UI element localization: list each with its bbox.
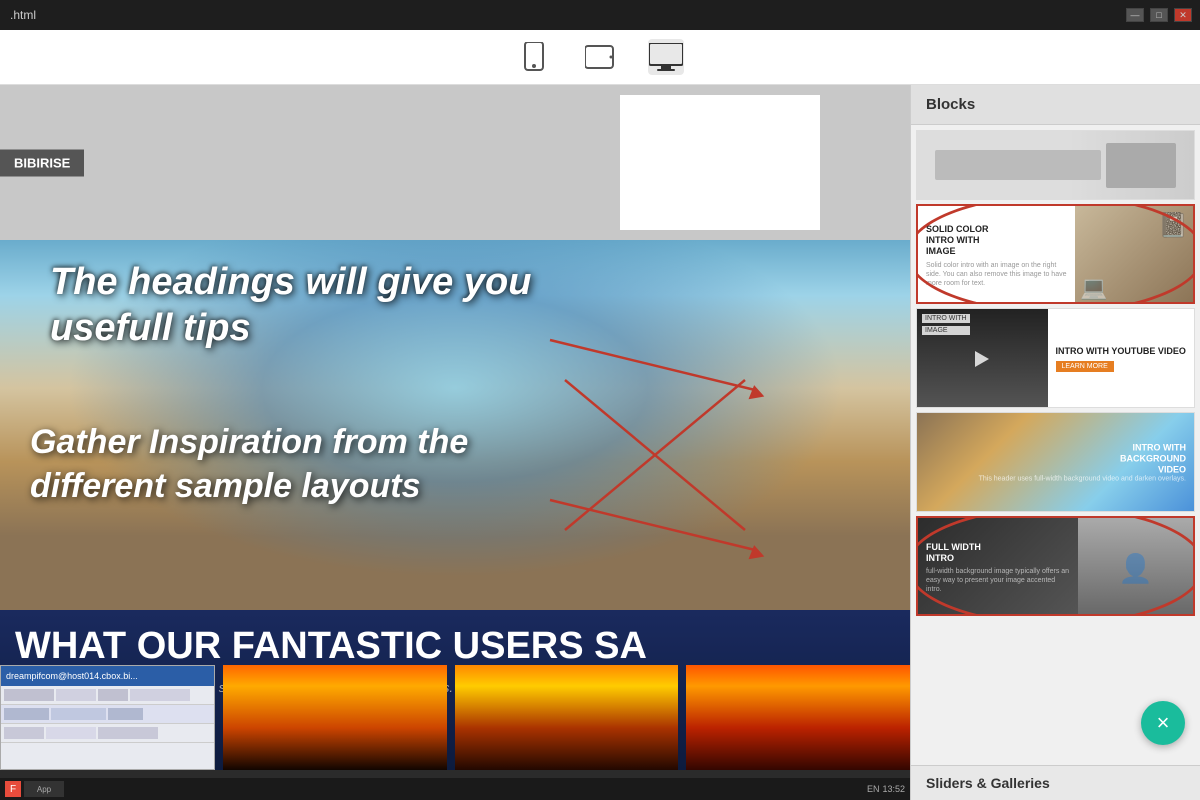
block-solid-intro-inner: SOLID COLORINTRO WITHIMAGE Solid color i… <box>918 206 1193 304</box>
bgvideo-text-area: INTRO WITHBACKGROUNDVIDEO This header us… <box>979 442 1186 483</box>
status-time: 13:52 <box>882 784 905 794</box>
block-bgvideo-inner: INTRO WITHBACKGROUNDVIDEO This header us… <box>917 413 1194 512</box>
yt-play-icon <box>975 351 989 367</box>
photo-strip: dreampifcom@host014.cbox.bi... <box>0 665 910 770</box>
gather-text: Gather Inspiration from the different sa… <box>30 420 570 508</box>
yt-labels: INTRO WITH IMAGE <box>922 314 970 335</box>
block-top-preview[interactable] <box>916 130 1195 200</box>
chat-body <box>1 686 214 770</box>
section-users: WHAT OUR FANTASTIC USERS SA Shape your f… <box>0 610 910 770</box>
bgvideo-bg: INTRO WITHBACKGROUNDVIDEO This header us… <box>917 413 1194 512</box>
chat-title: dreampifcom@host014.cbox.bi... <box>6 671 138 681</box>
yt-label-1: INTRO WITH <box>922 314 970 323</box>
taskbar-icon-1[interactable]: F <box>5 781 21 797</box>
close-button[interactable]: ✕ <box>1174 8 1192 22</box>
fw-right: 👤 <box>1078 518 1193 616</box>
heading-text: The headings will give you usefull tips <box>50 260 550 351</box>
block-youtube-preview: INTRO WITH IMAGE <box>917 309 1048 408</box>
taskbar: F App EN 13:52 <box>0 778 910 800</box>
yt-learn-more[interactable]: LEARN MORE <box>1056 361 1114 372</box>
blocks-panel: Blocks SOLID COLORINTRO WITHIMAGE Solid … <box>910 85 1200 800</box>
laptop-icon: 💻 <box>1080 275 1107 301</box>
bgvideo-desc: This header uses full-width background v… <box>979 475 1186 484</box>
users-title: WHAT OUR FANTASTIC USERS SA <box>15 625 647 668</box>
main-area: BIBIRISE design world." <box>0 85 1200 800</box>
title-bar-filename: .html <box>10 8 36 22</box>
section-top: BIBIRISE design world." <box>0 85 910 240</box>
block-fullwidth-inner: FULL WIDTHINTRO full-width background im… <box>918 518 1193 616</box>
block-solid-left: SOLID COLORINTRO WITHIMAGE Solid color i… <box>918 206 1075 304</box>
blocks-header: Blocks <box>911 85 1200 125</box>
fw-title: FULL WIDTHINTRO <box>926 542 1070 564</box>
solid-intro-desc: Solid color intro with an image on the r… <box>926 261 1067 288</box>
canvas-area: BIBIRISE design world." <box>0 85 910 800</box>
tablet-device-button[interactable] <box>582 39 618 75</box>
yt-title: INTRO WITH YOUTUBE VIDEO <box>1056 346 1187 357</box>
fw-desc: full-width background image typically of… <box>926 567 1070 594</box>
chat-header: dreampifcom@host014.cbox.bi... <box>1 666 214 686</box>
blocks-list[interactable]: SOLID COLORINTRO WITHIMAGE Solid color i… <box>911 125 1200 765</box>
sliders-galleries-label: Sliders & Galleries <box>911 765 1200 800</box>
block-intro-bgvideo[interactable]: INTRO WITHBACKGROUNDVIDEO This header us… <box>916 412 1195 512</box>
maximize-button[interactable]: □ <box>1150 8 1168 22</box>
white-box-overlay <box>620 95 820 230</box>
minimize-button[interactable]: — <box>1126 8 1144 22</box>
desktop-device-button[interactable] <box>648 39 684 75</box>
fw-left: FULL WIDTHINTRO full-width background im… <box>918 518 1078 616</box>
canvas-content: BIBIRISE design world." <box>0 85 910 800</box>
chat-window: dreampifcom@host014.cbox.bi... <box>0 665 215 770</box>
block-youtube-inner: INTRO WITH IMAGE INTRO WITH YOUTUBE VIDE… <box>917 309 1194 408</box>
thumbnail-1 <box>223 665 447 770</box>
bgvideo-title: INTRO WITHBACKGROUNDVIDEO <box>979 442 1186 474</box>
fw-image-preview: 👤 <box>1078 518 1193 616</box>
block-full-width-intro[interactable]: FULL WIDTHINTRO full-width background im… <box>916 516 1195 616</box>
taskbar-app[interactable]: App <box>24 781 64 797</box>
block-solid-right: 📓 💻 <box>1075 206 1193 304</box>
mobile-device-button[interactable] <box>516 39 552 75</box>
bibirise-label: BIBIRISE <box>0 149 84 176</box>
title-bar: .html — □ ✕ <box>0 0 1200 30</box>
thumbnail-2 <box>455 665 679 770</box>
fab-button[interactable]: × <box>1141 701 1185 745</box>
block-youtube-text: INTRO WITH YOUTUBE VIDEO LEARN MORE <box>1048 309 1195 408</box>
solid-intro-title: SOLID COLORINTRO WITHIMAGE <box>926 224 1067 256</box>
yt-preview-bg: INTRO WITH IMAGE <box>917 309 1048 408</box>
fab-icon: × <box>1157 710 1170 736</box>
thumbnail-3 <box>686 665 910 770</box>
top-toolbar <box>0 30 1200 85</box>
block-intro-youtube[interactable]: INTRO WITH IMAGE INTRO WITH YOUTUBE VIDE… <box>916 308 1195 408</box>
block-solid-color-intro[interactable]: SOLID COLORINTRO WITHIMAGE Solid color i… <box>916 204 1195 304</box>
notebook-icon: 📓 <box>1158 211 1188 240</box>
status-lang: EN <box>867 784 880 794</box>
section-desert: The headings will give you usefull tips … <box>0 240 910 610</box>
yt-label-2: IMAGE <box>922 326 970 335</box>
